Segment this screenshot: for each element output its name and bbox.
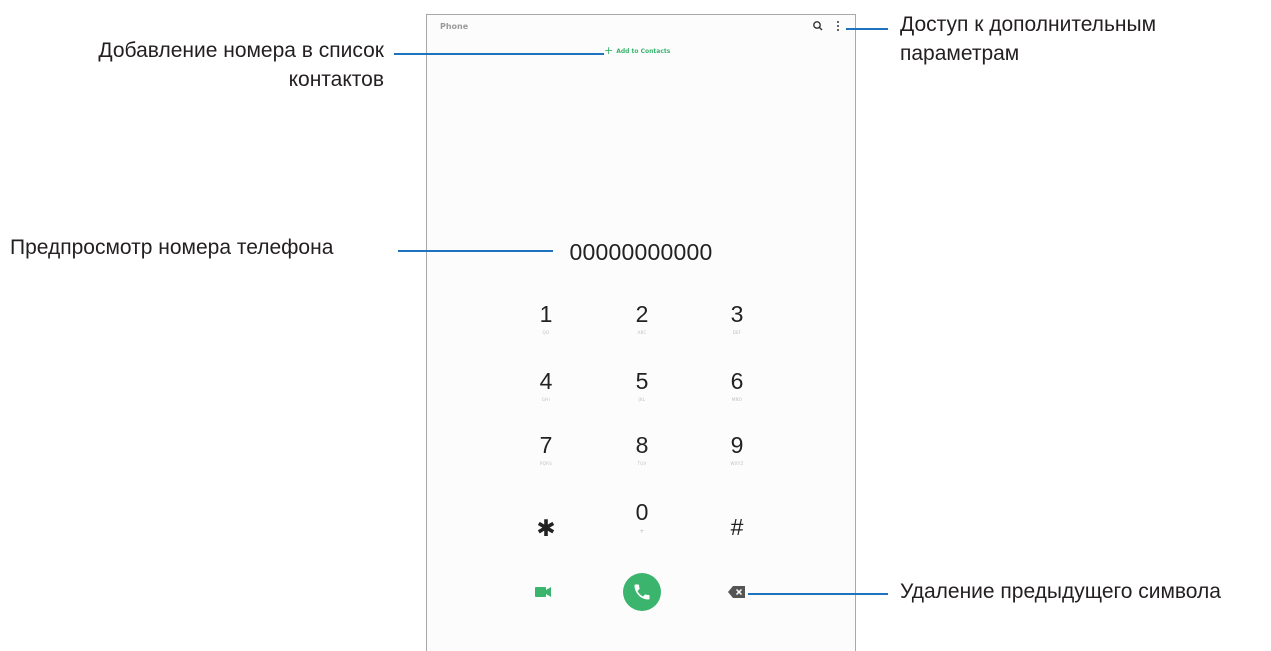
key-letters: PQRS (539, 461, 553, 466)
key-digit: 1 (539, 301, 553, 327)
phone-number-preview: 00000000000 (569, 239, 713, 265)
key-letters: DEF (732, 330, 742, 335)
key-digit: 9 (730, 432, 744, 458)
key-star[interactable]: ✱ (511, 515, 581, 571)
callout-preview: Предпросмотр номера телефона (10, 233, 390, 262)
phone-app-screen: Phone + Add to Contacts 00000000000 1 QO… (426, 14, 856, 651)
key-letters: MNO (731, 397, 743, 402)
plus-icon: + (604, 44, 614, 57)
key-0[interactable]: 0 + (607, 499, 677, 555)
callout-line-delete (748, 593, 888, 595)
key-digit: 2 (635, 301, 649, 327)
key-digit: 7 (539, 432, 553, 458)
key-letters: WXYZ (730, 461, 744, 466)
voicemail-icon: QO (542, 330, 550, 335)
key-2[interactable]: 2 ABC (607, 301, 677, 357)
callout-more-options: Доступ к дополнительным параметрам (900, 10, 1230, 68)
backspace-icon[interactable] (727, 584, 747, 600)
key-7[interactable]: 7 PQRS (511, 432, 581, 488)
key-letters: TUV (637, 461, 647, 466)
add-to-contacts-button[interactable]: + Add to Contacts (604, 44, 671, 57)
key-digit: # (730, 514, 744, 540)
search-icon[interactable] (811, 19, 825, 33)
key-letters: + (639, 528, 645, 535)
key-1[interactable]: 1 QO (511, 301, 581, 357)
callout-preview-text: Предпросмотр номера телефона (10, 236, 334, 259)
key-9[interactable]: 9 WXYZ (702, 432, 772, 488)
callout-delete-text: Удаление предыдущего символа (900, 580, 1221, 603)
key-digit: 6 (730, 368, 744, 394)
key-8[interactable]: 8 TUV (607, 432, 677, 488)
key-digit: 0 (635, 499, 649, 525)
call-button[interactable] (623, 573, 661, 611)
callout-line-add-contact (394, 53, 604, 55)
key-digit: 5 (635, 368, 649, 394)
callout-delete: Удаление предыдущего символа (900, 577, 1271, 606)
callout-add-contact-text: Добавление номера в список контактов (98, 39, 384, 91)
key-digit: ✱ (536, 515, 556, 541)
add-to-contacts-label: Add to Contacts (616, 47, 671, 55)
key-digit: 8 (635, 432, 649, 458)
app-title: Phone (440, 22, 469, 31)
key-4[interactable]: 4 GHI (511, 368, 581, 424)
key-5[interactable]: 5 JKL (607, 368, 677, 424)
key-letters: GHI (541, 397, 551, 402)
callout-add-contact: Добавление номера в список контактов (40, 36, 384, 94)
key-letters: JKL (638, 397, 646, 402)
key-hash[interactable]: # (702, 514, 772, 570)
more-options-icon[interactable] (832, 19, 844, 33)
key-3[interactable]: 3 DEF (702, 301, 772, 357)
key-digit: 3 (730, 301, 744, 327)
key-digit: 4 (539, 368, 553, 394)
callout-line-more-options (846, 28, 888, 30)
video-call-icon[interactable] (533, 582, 553, 602)
callout-more-options-text: Доступ к дополнительным параметрам (900, 13, 1157, 65)
key-letters (702, 543, 772, 549)
key-letters (511, 544, 581, 550)
key-6[interactable]: 6 MNO (702, 368, 772, 424)
key-letters: ABC (637, 330, 647, 335)
callout-line-preview (398, 250, 553, 252)
phone-call-icon (634, 584, 650, 600)
